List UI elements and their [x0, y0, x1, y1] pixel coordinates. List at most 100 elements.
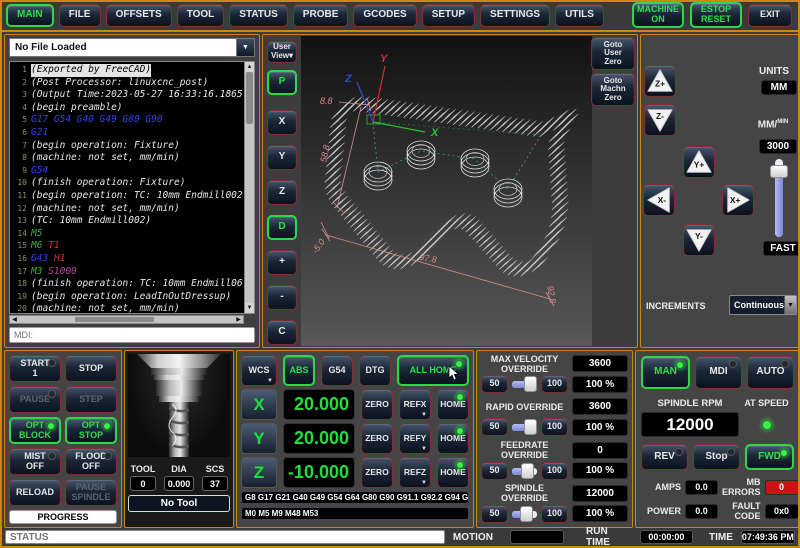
reload-button[interactable]: RELOAD: [9, 479, 61, 506]
mist-off-button[interactable]: MIST OFF: [9, 448, 61, 475]
jog-y-plus-button[interactable]: Y+: [683, 146, 715, 178]
ref-z-button[interactable]: REFZ▼: [399, 457, 431, 488]
zero-y-button[interactable]: ZERO: [361, 423, 393, 454]
g54-button[interactable]: G54: [321, 355, 353, 386]
flood-off-button[interactable]: FLOOD OFF: [65, 448, 117, 475]
override-max-button[interactable]: 100: [541, 418, 568, 436]
slider-handle[interactable]: [520, 506, 533, 522]
view-button-y[interactable]: Y: [267, 145, 297, 170]
view-button-plus[interactable]: +: [267, 250, 297, 275]
spindle-stop-button[interactable]: Stop: [693, 444, 740, 470]
view-button-[interactable]: -: [267, 285, 297, 310]
svg-text:X+: X+: [730, 195, 741, 205]
jog-x-plus-button[interactable]: X+: [722, 184, 754, 216]
menu-settings[interactable]: SETTINGS: [480, 4, 550, 27]
wcs-button[interactable]: WCS▼: [241, 355, 277, 386]
jog-speed-slider[interactable]: [765, 159, 793, 237]
home-x-button[interactable]: HOME: [437, 389, 469, 420]
override-slider[interactable]: [512, 462, 537, 480]
ref-x-button[interactable]: REFX▼: [399, 389, 431, 420]
home-z-button[interactable]: HOME: [437, 457, 469, 488]
menu-offsets[interactable]: OFFSETS: [106, 4, 172, 27]
menu-probe[interactable]: PROBE: [293, 4, 349, 27]
slider-handle[interactable]: [521, 463, 534, 479]
status-message-field[interactable]: [5, 530, 445, 544]
chevron-down-icon[interactable]: ▼: [236, 39, 254, 56]
slider-handle[interactable]: [524, 419, 537, 435]
amps-label: AMPS: [641, 482, 681, 492]
zero-x-button[interactable]: ZERO: [361, 389, 393, 420]
view-button-x[interactable]: X: [267, 110, 297, 135]
slider-handle[interactable]: [524, 376, 537, 392]
jog-y-minus-button[interactable]: Y-: [683, 224, 715, 256]
stop-button[interactable]: STOP: [65, 355, 117, 382]
goto-button-goto-user-zero[interactable]: Goto User Zero: [591, 37, 635, 70]
rapid-override-label: RAPID OVERRIDE: [481, 402, 568, 412]
mdi-input[interactable]: [9, 327, 255, 343]
horizontal-scrollbar[interactable]: ◀ ▶: [9, 315, 244, 324]
spindle-rev-button[interactable]: REV: [641, 444, 688, 470]
home-y-button[interactable]: HOME: [437, 423, 469, 454]
override-min-button[interactable]: 50: [481, 375, 508, 393]
scrollbar-thumb[interactable]: [246, 72, 253, 124]
override-slider[interactable]: [512, 375, 537, 393]
slider-handle[interactable]: [770, 165, 788, 178]
jog-z-minus-button[interactable]: Z-: [644, 104, 676, 136]
max-velocity-override-group: MAX VELOCITY OVERRIDE360050100100 %: [481, 355, 628, 393]
override-min-button[interactable]: 50: [481, 505, 508, 523]
view-button-user-view[interactable]: User View▾: [267, 41, 297, 63]
override-max-button[interactable]: 100: [541, 462, 568, 480]
overrides-panel: MAX VELOCITY OVERRIDE360050100100 %RAPID…: [476, 350, 633, 528]
scroll-down-icon[interactable]: ▼: [245, 303, 254, 313]
override-slider[interactable]: [512, 505, 537, 523]
machine-on-button[interactable]: MACHINE ON: [632, 2, 684, 28]
zero-z-button[interactable]: ZERO: [361, 457, 393, 488]
backplot-view[interactable]: X Y Z 8.8 58.8 -5.0 97.8 92.8: [301, 36, 592, 346]
chevron-down-icon[interactable]: ▼: [784, 296, 796, 314]
increments-combo[interactable]: Continuous ▼: [729, 295, 797, 315]
increments-value: Continuous: [730, 300, 784, 310]
opt-stop-button[interactable]: OPT STOP: [65, 417, 117, 444]
man-mode-button[interactable]: MAN: [641, 356, 690, 389]
menu-main[interactable]: MAIN: [6, 4, 54, 27]
dtg-button[interactable]: DTG: [359, 355, 391, 386]
vertical-scrollbar[interactable]: ▲ ▼: [244, 62, 254, 313]
goto-button-goto-machn-zero[interactable]: Goto Machn Zero: [591, 73, 635, 106]
all-home-button[interactable]: ALL HOME: [397, 355, 469, 386]
view-button-c[interactable]: C: [267, 320, 297, 345]
menu-file[interactable]: FILE: [59, 4, 101, 27]
scroll-left-icon[interactable]: ◀: [10, 316, 19, 323]
scrollbar-thumb[interactable]: [75, 317, 154, 322]
menu-tool[interactable]: TOOL: [177, 4, 225, 27]
opt-block-button[interactable]: OPT BLOCK: [9, 417, 61, 444]
file-select-combo[interactable]: No File Loaded ▼: [9, 38, 255, 57]
gcode-line: 12(machine: not set, mm/min): [10, 203, 254, 216]
override-slider[interactable]: [512, 418, 537, 436]
menu-status[interactable]: STATUS: [229, 4, 288, 27]
menu-utils[interactable]: UTILS: [555, 4, 604, 27]
view-button-d[interactable]: D: [267, 215, 297, 240]
mdi-mode-button[interactable]: MDI: [695, 356, 742, 389]
override-min-button[interactable]: 50: [481, 418, 508, 436]
view-button-p[interactable]: P: [267, 70, 297, 95]
menu-setup[interactable]: SETUP: [422, 4, 475, 27]
scroll-up-icon[interactable]: ▲: [245, 62, 254, 72]
override-max-button[interactable]: 100: [541, 505, 568, 523]
override-max-button[interactable]: 100: [541, 375, 568, 393]
spindle-fwd-button[interactable]: FWD: [745, 444, 794, 470]
menu-gcodes[interactable]: GCODES: [353, 4, 416, 27]
abs-button[interactable]: ABS: [283, 355, 315, 386]
gcode-text: M5: [31, 228, 42, 241]
scroll-right-icon[interactable]: ▶: [234, 316, 243, 323]
ref-y-button[interactable]: REFY▼: [399, 423, 431, 454]
exit-button[interactable]: EXIT: [748, 4, 792, 27]
gcode-line: 11(begin operation: TC: 10mm Endmill002: [10, 190, 254, 203]
override-min-button[interactable]: 50: [481, 462, 508, 480]
view-button-z[interactable]: Z: [267, 180, 297, 205]
start-1-button[interactable]: START 1: [9, 355, 61, 382]
estop-reset-button[interactable]: ESTOP RESET: [690, 2, 742, 28]
auto-mode-button[interactable]: AUTO: [747, 356, 794, 389]
gcode-editor[interactable]: 1(Exported by FreeCAD)2(Post Processor: …: [9, 61, 255, 314]
jog-x-minus-button[interactable]: X-: [643, 184, 675, 216]
jog-z-plus-button[interactable]: Z+: [644, 65, 676, 97]
